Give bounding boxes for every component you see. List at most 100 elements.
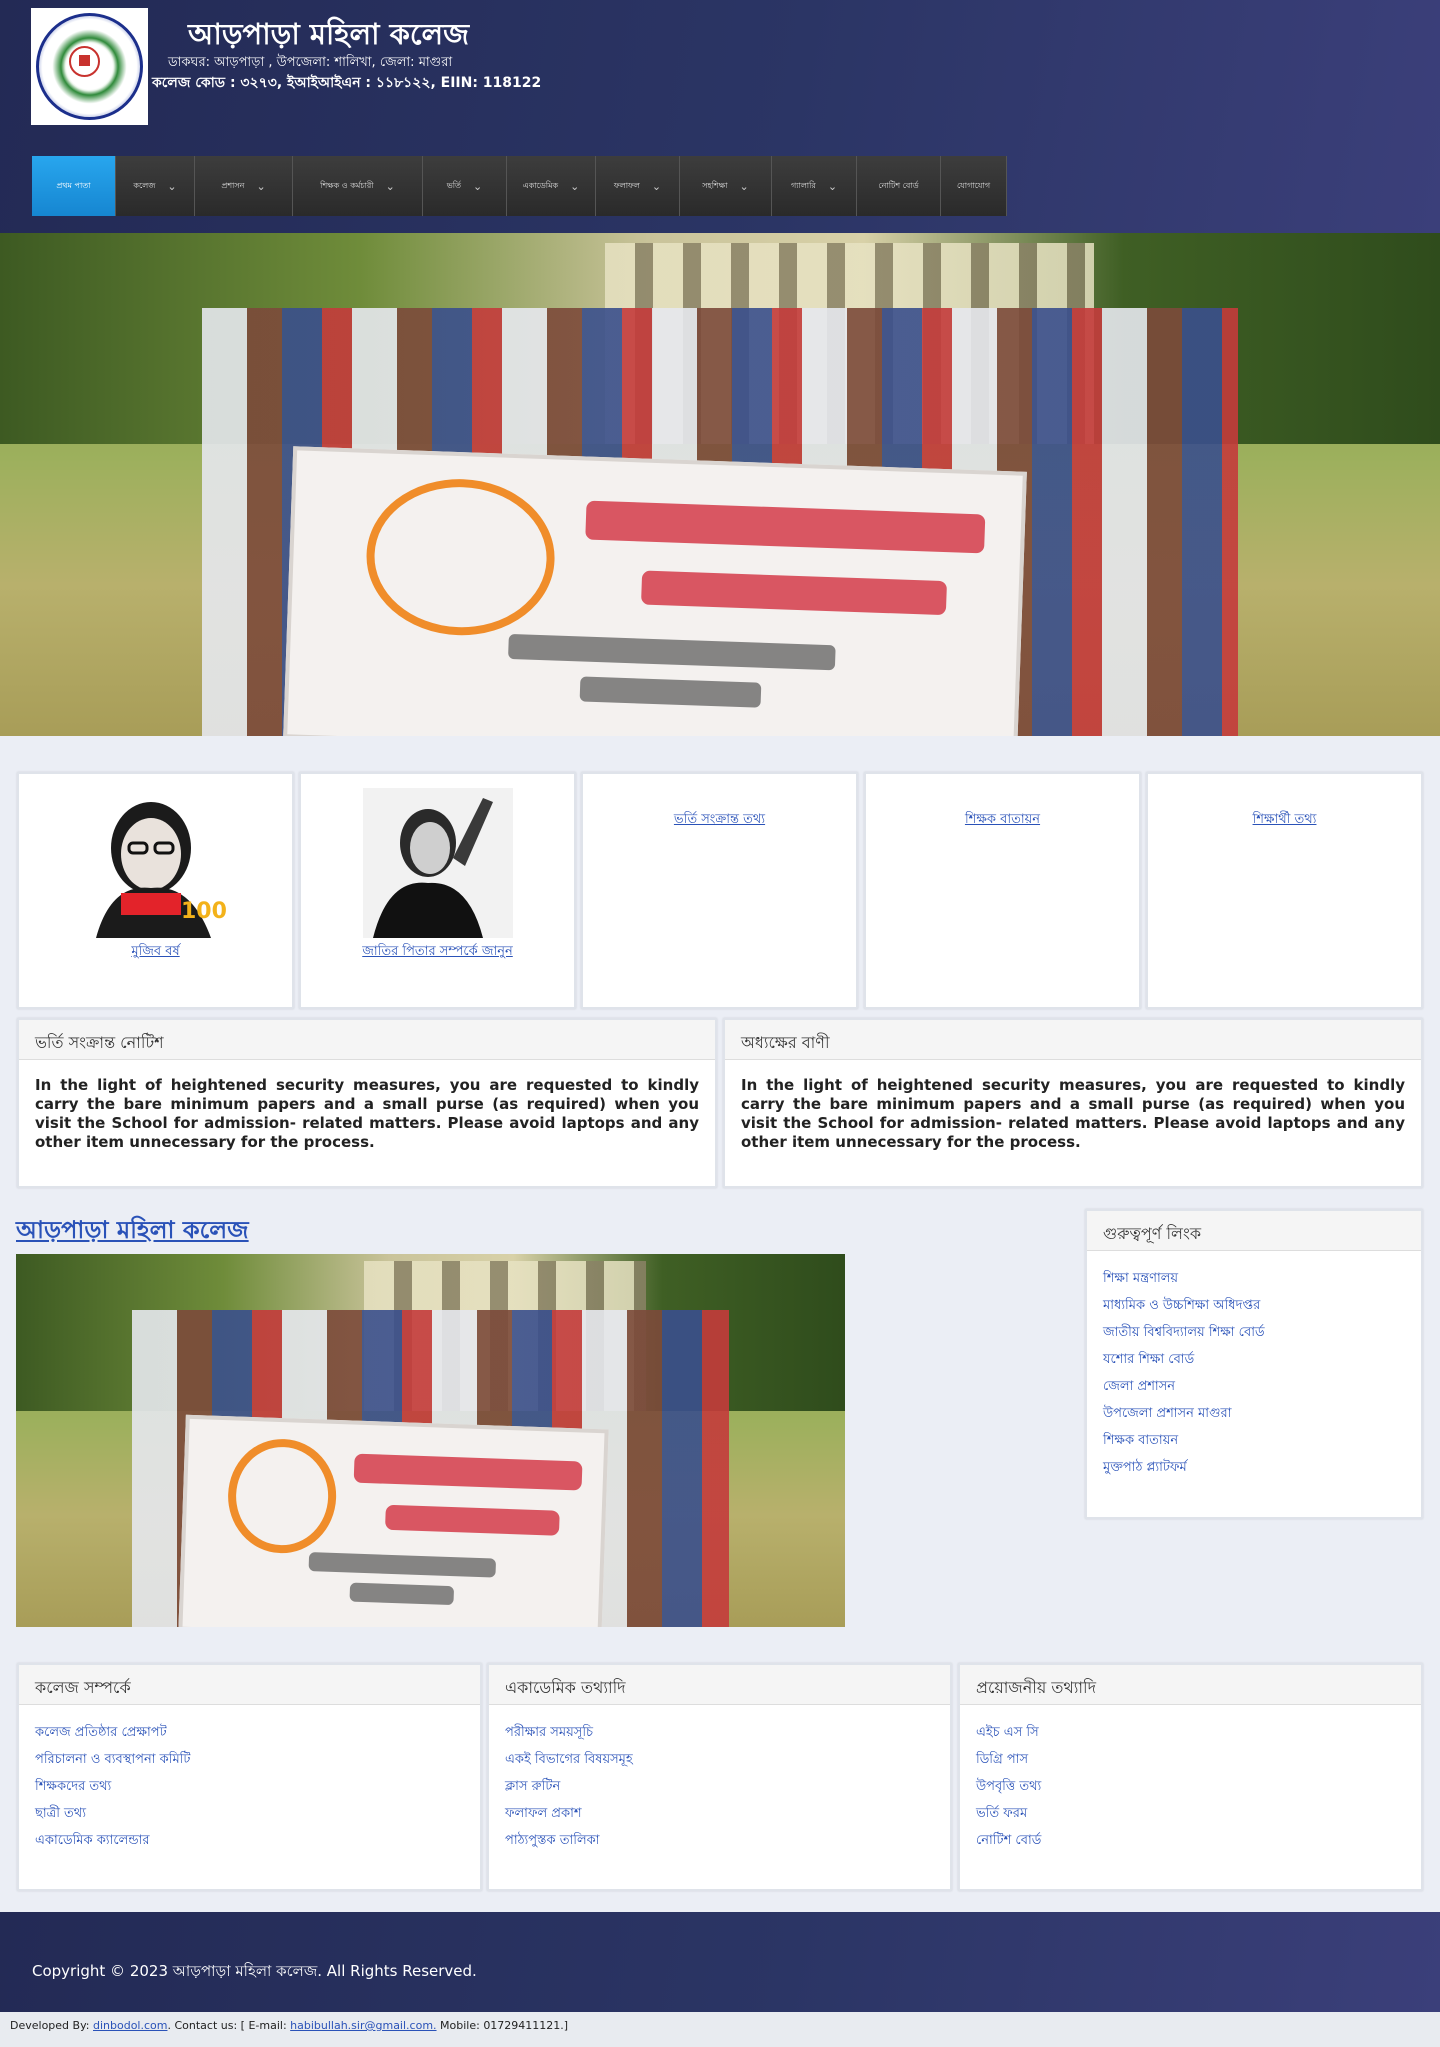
list-item[interactable]: ভর্তি ফরম bbox=[976, 1804, 1405, 1831]
footer-column-about: কলেজ সম্পর্কে কলেজ প্রতিষ্ঠার প্রেক্ষাপট… bbox=[17, 1663, 482, 1891]
nav-contact[interactable]: যোগাযোগ bbox=[941, 156, 1007, 216]
college-logo[interactable] bbox=[31, 8, 148, 125]
list-item[interactable]: যশোর শিক্ষা বোর্ড bbox=[1103, 1350, 1405, 1377]
developer-site-link[interactable]: dinbodol.com bbox=[93, 2019, 167, 2032]
card-link[interactable]: জাতির পিতার সম্পর্কে জানুন bbox=[301, 942, 574, 963]
list-item[interactable]: জেলা প্রশাসন bbox=[1103, 1377, 1405, 1404]
list-item[interactable]: উপবৃত্তি তথ্য bbox=[976, 1777, 1405, 1804]
nav-teachers-staff[interactable]: শিক্ষক ও কর্মচারী ⌄ bbox=[293, 156, 423, 216]
footer-column-necessary-info: প্রয়োজনীয় তথ্যাদি এইচ এস সি ডিগ্রি পাস… bbox=[958, 1663, 1423, 1891]
card-link[interactable]: মুজিব বর্ষ bbox=[19, 942, 292, 963]
banner-text bbox=[640, 570, 947, 616]
main-nav: প্রথম পাতা কলেজ ⌄ প্রশাসন ⌄ শিক্ষক ও কর্মচ… bbox=[32, 156, 1007, 216]
nav-notice-board[interactable]: নোটিশ বোর্ড bbox=[857, 156, 941, 216]
panel-text: In the light of heightened security meas… bbox=[741, 1076, 1405, 1151]
developer-email-link[interactable]: habibullah.sir@gmail.com. bbox=[290, 2019, 436, 2032]
banner-text bbox=[584, 500, 986, 555]
logo-center bbox=[69, 46, 100, 77]
nav-academic[interactable]: একাডেমিক ⌄ bbox=[507, 156, 596, 216]
list-item[interactable]: উপজেলা প্রশাসন মাগুরা bbox=[1103, 1404, 1405, 1431]
list-item[interactable]: একই বিভাগের বিষয়সমূহ bbox=[505, 1750, 934, 1777]
banner-emblem bbox=[226, 1436, 339, 1556]
nav-admission[interactable]: ভর্তি ⌄ bbox=[423, 156, 507, 216]
list-item[interactable]: ক্লাস রুটিন bbox=[505, 1777, 934, 1804]
banner-text bbox=[353, 1453, 583, 1491]
chevron-down-icon: ⌄ bbox=[651, 179, 662, 193]
hero-slider[interactable] bbox=[0, 233, 1440, 736]
nav-college[interactable]: কলেজ ⌄ bbox=[116, 156, 195, 216]
list-item[interactable]: পাঠ্যপুস্তক তালিকা bbox=[505, 1831, 934, 1858]
nav-label: যোগাযোগ bbox=[956, 180, 991, 190]
about-title-link[interactable]: আড়পাড়া মহিলা কলেজ bbox=[16, 1212, 249, 1252]
banner-emblem bbox=[363, 475, 558, 639]
list-item[interactable]: পরিচালনা ও ব্যবস্থাপনা কমিটি bbox=[35, 1750, 464, 1777]
card-mujib-borsho[interactable]: 100 মুজিব বর্ষ bbox=[17, 772, 294, 1009]
nav-label: ভর্তি bbox=[446, 180, 462, 190]
panel-title: প্রয়োজনীয় তথ্যাদি bbox=[960, 1665, 1421, 1705]
card-student-info[interactable]: শিক্ষার্থী তথ্য bbox=[1146, 772, 1423, 1009]
nav-label: নোটিশ বোর্ড bbox=[878, 180, 919, 190]
chevron-down-icon: ⌄ bbox=[570, 179, 580, 193]
list-item[interactable]: শিক্ষক বাতায়ন bbox=[1103, 1431, 1405, 1458]
banner-text bbox=[507, 634, 836, 672]
nav-administration[interactable]: প্রশাসন ⌄ bbox=[195, 156, 293, 216]
nav-label: প্রথম পাতা bbox=[56, 180, 91, 190]
list-item[interactable]: ছাত্রী তথ্য bbox=[35, 1804, 464, 1831]
footer-links-list: কলেজ প্রতিষ্ঠার প্রেক্ষাপট পরিচালনা ও ব্… bbox=[19, 1705, 480, 1868]
banner-text bbox=[579, 676, 762, 709]
bangabandhu-speech-image bbox=[363, 788, 513, 938]
important-links-list: শিক্ষা মন্ত্রণালয় মাধ্যমিক ও উচ্চশিক্ষা… bbox=[1087, 1251, 1421, 1495]
list-item[interactable]: পরীক্ষার সময়সূচি bbox=[505, 1723, 934, 1750]
list-item[interactable]: নোটিশ বোর্ড bbox=[976, 1831, 1405, 1858]
developer-bar: Developed By: dinbodol.com. Contact us: … bbox=[0, 2012, 1440, 2047]
panel-title: অধ্যক্ষের বাণী bbox=[725, 1020, 1421, 1060]
chevron-down-icon: ⌄ bbox=[827, 179, 838, 193]
panel-title: ভর্তি সংক্রান্ত নোটিশ bbox=[19, 1020, 715, 1060]
list-item[interactable]: ফলাফল প্রকাশ bbox=[505, 1804, 934, 1831]
nav-home[interactable]: প্রথম পাতা bbox=[32, 156, 116, 216]
list-item[interactable]: ডিগ্রি পাস bbox=[976, 1750, 1405, 1777]
panel-title: কলেজ সম্পর্কে bbox=[19, 1665, 480, 1705]
card-link[interactable]: ভর্তি সংক্রান্ত তথ্য bbox=[583, 810, 856, 831]
nav-co-curricular[interactable]: সহশিক্ষা ⌄ bbox=[680, 156, 772, 216]
site-codes: কলেজ কোড : ৩২৭৩, ইআইআইএন : ১১৮১২২, EIIN:… bbox=[152, 75, 542, 91]
banner-text bbox=[349, 1582, 454, 1606]
card-father-of-nation[interactable]: জাতির পিতার সম্পর্কে জানুন bbox=[299, 772, 576, 1009]
card-link[interactable]: শিক্ষার্থী তথ্য bbox=[1148, 810, 1421, 831]
group-photo bbox=[16, 1254, 845, 1627]
nav-label: কলেজ bbox=[133, 180, 156, 190]
list-item[interactable]: মুক্তপাঠ প্ল্যাটফর্ম bbox=[1103, 1458, 1405, 1485]
site-footer: Copyright © 2023 আড়পাড়া মহিলা কলেজ. Al… bbox=[0, 1912, 1440, 2012]
nav-results[interactable]: ফলাফল ⌄ bbox=[596, 156, 680, 216]
list-item[interactable]: মাধ্যমিক ও উচ্চশিক্ষা অধিদপ্তর bbox=[1103, 1296, 1405, 1323]
copyright-text: Copyright © 2023 আড়পাড়া মহিলা কলেজ. Al… bbox=[32, 1962, 477, 1980]
list-item[interactable]: কলেজ প্রতিষ্ঠার প্রেক্ষাপট bbox=[35, 1723, 464, 1750]
hero-photo bbox=[0, 233, 1440, 736]
footer-links-list: এইচ এস সি ডিগ্রি পাস উপবৃত্তি তথ্য ভর্তি… bbox=[960, 1705, 1421, 1868]
chevron-down-icon: ⌄ bbox=[256, 179, 266, 193]
list-item[interactable]: এইচ এস সি bbox=[976, 1723, 1405, 1750]
photo-banner bbox=[178, 1414, 609, 1627]
card-teacher-portal[interactable]: শিক্ষক বাতায়ন bbox=[864, 772, 1141, 1009]
nav-label: ফলাফল bbox=[613, 180, 640, 190]
principal-message-panel: অধ্যক্ষের বাণী In the light of heightene… bbox=[723, 1018, 1423, 1188]
mujib-portrait-image: 100 bbox=[81, 788, 231, 938]
chevron-down-icon: ⌄ bbox=[739, 179, 749, 193]
card-admission-info[interactable]: ভর্তি সংক্রান্ত তথ্য bbox=[581, 772, 858, 1009]
nav-gallery[interactable]: গ্যালারি ⌄ bbox=[772, 156, 857, 216]
banner-text bbox=[384, 1504, 560, 1536]
list-item[interactable]: শিক্ষা মন্ত্রণালয় bbox=[1103, 1269, 1405, 1296]
about-photo bbox=[16, 1254, 845, 1627]
admission-notice-panel: ভর্তি সংক্রান্ত নোটিশ In the light of he… bbox=[17, 1018, 717, 1188]
contact-prefix: . Contact us: [ E-mail: bbox=[167, 2019, 291, 2032]
nav-label: প্রশাসন bbox=[221, 180, 245, 190]
footer-column-academic: একাডেমিক তথ্যাদি পরীক্ষার সময়সূচি একই ব… bbox=[487, 1663, 952, 1891]
chevron-down-icon: ⌄ bbox=[473, 179, 483, 193]
list-item[interactable]: একাডেমিক ক্যালেন্ডার bbox=[35, 1831, 464, 1858]
list-item[interactable]: জাতীয় বিশ্ববিদ্যালয় শিক্ষা বোর্ড bbox=[1103, 1323, 1405, 1350]
panel-text: In the light of heightened security meas… bbox=[35, 1076, 699, 1151]
list-item[interactable]: শিক্ষকদের তথ্য bbox=[35, 1777, 464, 1804]
developer-mobile: Mobile: 01729411121.] bbox=[436, 2019, 569, 2032]
banner-text bbox=[308, 1552, 496, 1578]
card-link[interactable]: শিক্ষক বাতায়ন bbox=[866, 810, 1139, 831]
